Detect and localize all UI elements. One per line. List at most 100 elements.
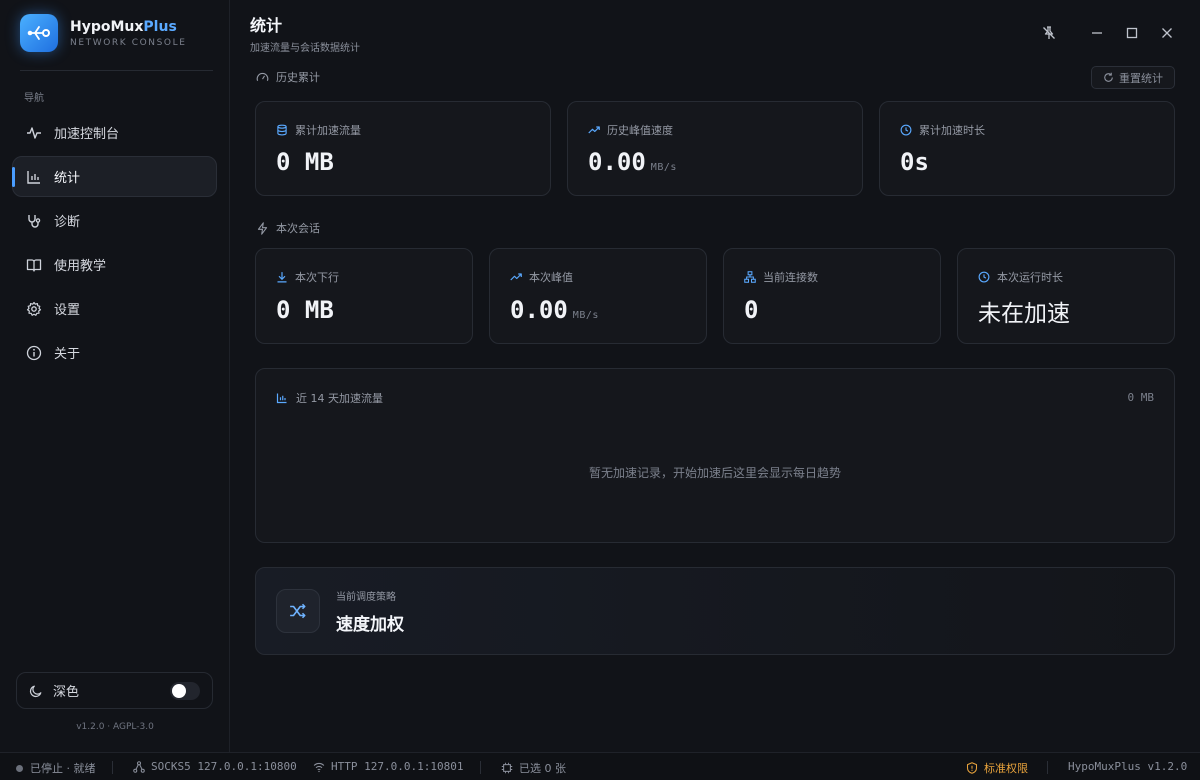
card-value: 0.00 MB/s (510, 296, 599, 324)
stat-card-session-peak: 本次峰值 0.00 MB/s (489, 248, 707, 344)
close-icon (1162, 28, 1172, 38)
card-label-text: 累计加速时长 (919, 124, 985, 137)
minimize-button[interactable] (1088, 24, 1106, 42)
card-value: 0s (900, 148, 929, 176)
card-label: 本次运行时长 (978, 269, 1063, 285)
sidebar-item-dashboard[interactable]: 加速控制台 (12, 112, 217, 153)
chart-empty-message: 暂无加速记录，开始加速后这里会显示每日趋势 (588, 466, 841, 480)
chart-total: 0 MB (1127, 391, 1155, 404)
card-label-text: 本次下行 (295, 271, 339, 284)
sidebar-item-settings[interactable]: 设置 (12, 288, 217, 329)
gear-icon (25, 300, 43, 318)
network-icon (744, 271, 756, 283)
trending-up-icon (588, 124, 600, 136)
status-version-text: HypoMuxPlus v1.2.0 (1068, 760, 1188, 773)
app-subtitle: NETWORK CONSOLE (70, 37, 187, 48)
wifi-icon (313, 761, 325, 773)
session-section-text: 本次会话 (276, 222, 320, 235)
chart-title: 近 14 天加速流量 (276, 390, 383, 406)
status-permission: 标准权限 (966, 760, 1028, 776)
stat-card-total-duration: 累计加速时长 0s (879, 101, 1175, 196)
maximize-icon (1126, 27, 1138, 39)
card-unit: MB/s (650, 162, 677, 173)
sidebar-item-label: 加速控制台 (54, 127, 120, 142)
sidebar-item-label: 诊断 (54, 215, 81, 230)
card-value: 未在加速 (978, 294, 1070, 328)
status-divider (1047, 761, 1048, 774)
sidebar-item-label: 使用教学 (54, 259, 107, 274)
card-value: 0 (744, 296, 758, 324)
sidebar-item-statistics[interactable]: 统计 (12, 156, 217, 197)
shuffle-icon (276, 589, 320, 633)
status-http: HTTP 127.0.0.1:10801 (313, 760, 463, 773)
app-version: v1.2.0 · AGPL-3.0 (76, 722, 154, 732)
status-divider (480, 761, 481, 774)
refresh-icon (1103, 72, 1114, 83)
maximize-button[interactable] (1123, 24, 1141, 42)
traffic-chart-card: 近 14 天加速流量 0 MB 暂无加速记录，开始加速后这里会显示每日趋势 (255, 368, 1175, 543)
minimize-icon (1092, 32, 1102, 34)
sidebar-item-label: 统计 (54, 171, 81, 186)
stat-card-session-duration: 本次运行时长 未在加速 (957, 248, 1175, 344)
shield-icon (966, 762, 978, 774)
session-section-label: 本次会话 (256, 220, 320, 236)
zap-icon (256, 221, 269, 235)
clock-icon (978, 271, 990, 283)
bar-chart-icon (25, 168, 43, 186)
sidebar: HypoMuxPlus NETWORK CONSOLE 导航 加速控制台 统计 … (0, 0, 230, 752)
history-section-label: 历史累计 (256, 69, 320, 85)
status-state: 已停止 · 就绪 (16, 760, 96, 776)
unpin-button[interactable] (1040, 24, 1058, 42)
sidebar-item-label: 关于 (54, 347, 81, 362)
card-label-text: 累计加速流量 (295, 124, 361, 137)
chip-icon (501, 762, 513, 774)
card-label-text: 当前连接数 (763, 271, 818, 284)
network-icon (133, 760, 145, 773)
stat-card-total-traffic: 累计加速流量 0 MB (255, 101, 551, 196)
bar-chart-icon (276, 392, 288, 404)
status-state-text: 已停止 · 就绪 (30, 762, 96, 775)
card-value: 0 MB (276, 296, 334, 324)
sidebar-item-diagnostics[interactable]: 诊断 (12, 200, 217, 241)
card-value-text: 0 (744, 296, 759, 324)
status-permission-text: 标准权限 (984, 762, 1028, 775)
sidebar-item-about[interactable]: 关于 (12, 332, 217, 373)
card-value: 0.00 MB/s (588, 148, 677, 176)
status-socks-text: SOCKS5 127.0.0.1:10800 (151, 760, 297, 773)
gauge-icon (256, 71, 269, 84)
strategy-label: 当前调度策略 (336, 592, 396, 603)
card-label: 本次峰值 (510, 269, 573, 285)
card-label-text: 历史峰值速度 (607, 124, 673, 137)
page-title: 统计 (250, 16, 283, 35)
database-icon (276, 124, 288, 136)
card-value: 0 MB (276, 148, 334, 176)
status-version: HypoMuxPlus v1.2.0 (1068, 760, 1187, 773)
chart-title-text: 近 14 天加速流量 (296, 392, 383, 405)
card-value-text: 0s (900, 148, 929, 176)
card-label: 本次下行 (276, 269, 339, 285)
card-label-text: 本次运行时长 (997, 271, 1063, 284)
app-logo-icon (20, 14, 58, 52)
pin-off-icon (1043, 26, 1055, 39)
card-value-text: 0 MB (276, 296, 334, 324)
card-value-text: 未在加速 (978, 301, 1070, 327)
brand: HypoMuxPlus NETWORK CONSOLE (20, 14, 187, 52)
reset-stats-button[interactable]: 重置统计 (1091, 66, 1175, 89)
close-button[interactable] (1158, 24, 1176, 42)
strategy-card: 当前调度策略 速度加权 (255, 567, 1175, 655)
sidebar-item-tutorial[interactable]: 使用教学 (12, 244, 217, 285)
activity-icon (25, 124, 43, 142)
stethoscope-icon (25, 212, 43, 230)
stat-card-session-download: 本次下行 0 MB (255, 248, 473, 344)
info-icon (25, 344, 43, 362)
clock-icon (900, 124, 912, 136)
theme-toggle[interactable] (170, 682, 200, 700)
download-icon (276, 271, 288, 283)
nav-title: 导航 (24, 93, 44, 104)
reset-stats-label: 重置统计 (1119, 71, 1163, 85)
app-name: HypoMuxPlus (70, 18, 177, 35)
moon-icon (29, 684, 43, 698)
card-label: 累计加速流量 (276, 122, 361, 138)
card-value-text: 0 MB (276, 148, 334, 176)
card-unit: MB/s (572, 310, 599, 321)
